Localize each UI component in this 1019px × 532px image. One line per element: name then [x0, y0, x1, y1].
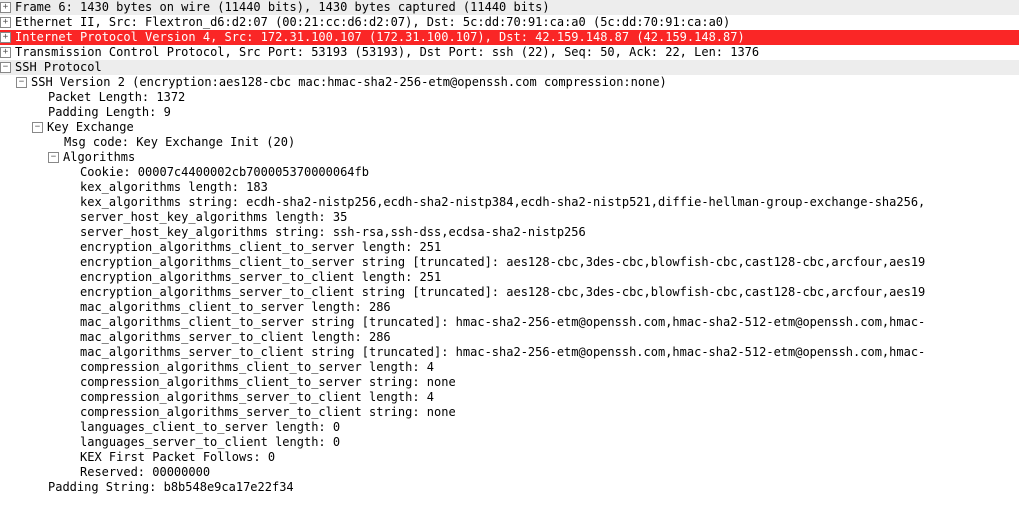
tree-row-text: languages_client_to_server length: 0 — [80, 420, 340, 435]
tree-row[interactable]: −Key Exchange — [0, 120, 1019, 135]
tree-row-text: mac_algorithms_client_to_server length: … — [80, 300, 391, 315]
tree-row-text: kex_algorithms string: ecdh-sha2-nistp25… — [80, 195, 925, 210]
tree-row-text: Msg code: Key Exchange Init (20) — [64, 135, 295, 150]
tree-row-text: languages_server_to_client length: 0 — [80, 435, 340, 450]
tree-row[interactable]: Padding Length: 9 — [0, 105, 1019, 120]
expand-icon[interactable]: + — [0, 32, 11, 43]
tree-row-text: compression_algorithms_server_to_client … — [80, 390, 434, 405]
collapse-icon[interactable]: − — [48, 152, 59, 163]
tree-row[interactable]: encryption_algorithms_server_to_client s… — [0, 285, 1019, 300]
tree-row-text: Key Exchange — [47, 120, 134, 135]
tree-row[interactable]: server_host_key_algorithms length: 35 — [0, 210, 1019, 225]
tree-row[interactable]: Reserved: 00000000 — [0, 465, 1019, 480]
tree-row[interactable]: KEX First Packet Follows: 0 — [0, 450, 1019, 465]
tree-row-text: encryption_algorithms_server_to_client l… — [80, 270, 441, 285]
tree-row[interactable]: −Algorithms — [0, 150, 1019, 165]
tree-row-text: mac_algorithms_server_to_client length: … — [80, 330, 391, 345]
tree-row-text: server_host_key_algorithms length: 35 — [80, 210, 347, 225]
tree-row[interactable]: encryption_algorithms_client_to_server s… — [0, 255, 1019, 270]
tree-row[interactable]: Packet Length: 1372 — [0, 90, 1019, 105]
tree-row-text: Algorithms — [63, 150, 135, 165]
tree-row[interactable]: mac_algorithms_server_to_client string [… — [0, 345, 1019, 360]
tree-row[interactable]: languages_client_to_server length: 0 — [0, 420, 1019, 435]
tree-row[interactable]: compression_algorithms_server_to_client … — [0, 405, 1019, 420]
expand-icon[interactable]: + — [0, 47, 11, 58]
collapse-icon[interactable]: − — [32, 122, 43, 133]
collapse-icon[interactable]: − — [16, 77, 27, 88]
tree-row[interactable]: Cookie: 00007c4400002cb700005370000064fb — [0, 165, 1019, 180]
tree-row-text: Cookie: 00007c4400002cb700005370000064fb — [80, 165, 369, 180]
tree-row-text: Reserved: 00000000 — [80, 465, 210, 480]
tree-row[interactable]: compression_algorithms_server_to_client … — [0, 390, 1019, 405]
tree-row[interactable]: encryption_algorithms_client_to_server l… — [0, 240, 1019, 255]
tree-row[interactable]: −SSH Protocol — [0, 60, 1019, 75]
tree-row[interactable]: server_host_key_algorithms string: ssh-r… — [0, 225, 1019, 240]
tree-row-text: encryption_algorithms_server_to_client s… — [80, 285, 925, 300]
tree-row[interactable]: + Transmission Control Protocol, Src Port… — [0, 45, 1019, 60]
tree-row[interactable]: kex_algorithms length: 183 — [0, 180, 1019, 195]
tree-row-text: Ethernet II, Src: Flextron_d6:d2:07 (00:… — [15, 15, 730, 30]
tree-row[interactable]: + Frame 6: 1430 bytes on wire (11440 bits… — [0, 0, 1019, 15]
tree-row-text: SSH Version 2 (encryption:aes128-cbc mac… — [31, 75, 667, 90]
tree-row[interactable]: languages_server_to_client length: 0 — [0, 435, 1019, 450]
tree-row[interactable]: mac_algorithms_server_to_client length: … — [0, 330, 1019, 345]
tree-row[interactable]: mac_algorithms_client_to_server length: … — [0, 300, 1019, 315]
tree-row[interactable]: Msg code: Key Exchange Init (20) — [0, 135, 1019, 150]
packet-details-tree[interactable]: + Frame 6: 1430 bytes on wire (11440 bits… — [0, 0, 1019, 495]
tree-row-text: compression_algorithms_client_to_server … — [80, 375, 456, 390]
tree-row-text: compression_algorithms_client_to_server … — [80, 360, 434, 375]
tree-row-text: SSH Protocol — [15, 60, 102, 75]
expand-icon[interactable]: + — [0, 17, 11, 28]
tree-row-text: compression_algorithms_server_to_client … — [80, 405, 456, 420]
tree-row[interactable]: encryption_algorithms_server_to_client l… — [0, 270, 1019, 285]
collapse-icon[interactable]: − — [0, 62, 11, 73]
tree-row-text: Transmission Control Protocol, Src Port:… — [15, 45, 759, 60]
tree-row[interactable]: Padding String: b8b548e9ca17e22f34 — [0, 480, 1019, 495]
tree-row[interactable]: compression_algorithms_client_to_server … — [0, 375, 1019, 390]
tree-row[interactable]: kex_algorithms string: ecdh-sha2-nistp25… — [0, 195, 1019, 210]
tree-row-text: Internet Protocol Version 4, Src: 172.31… — [15, 30, 745, 45]
tree-row-text: encryption_algorithms_client_to_server l… — [80, 240, 441, 255]
tree-row-text: KEX First Packet Follows: 0 — [80, 450, 275, 465]
tree-row-text: Frame 6: 1430 bytes on wire (11440 bits)… — [15, 0, 550, 15]
tree-row-text: Packet Length: 1372 — [48, 90, 185, 105]
tree-row[interactable]: mac_algorithms_client_to_server string [… — [0, 315, 1019, 330]
tree-row-text: kex_algorithms length: 183 — [80, 180, 268, 195]
tree-row-text: Padding String: b8b548e9ca17e22f34 — [48, 480, 294, 495]
expand-icon[interactable]: + — [0, 2, 11, 13]
tree-row[interactable]: −SSH Version 2 (encryption:aes128-cbc ma… — [0, 75, 1019, 90]
tree-row-text: Padding Length: 9 — [48, 105, 171, 120]
tree-row-text: encryption_algorithms_client_to_server s… — [80, 255, 925, 270]
tree-row[interactable]: + Internet Protocol Version 4, Src: 172.3… — [0, 30, 1019, 45]
tree-row-text: mac_algorithms_server_to_client string [… — [80, 345, 925, 360]
tree-row-text: server_host_key_algorithms string: ssh-r… — [80, 225, 586, 240]
tree-row-text: mac_algorithms_client_to_server string [… — [80, 315, 925, 330]
tree-row[interactable]: + Ethernet II, Src: Flextron_d6:d2:07 (00… — [0, 15, 1019, 30]
tree-row[interactable]: compression_algorithms_client_to_server … — [0, 360, 1019, 375]
